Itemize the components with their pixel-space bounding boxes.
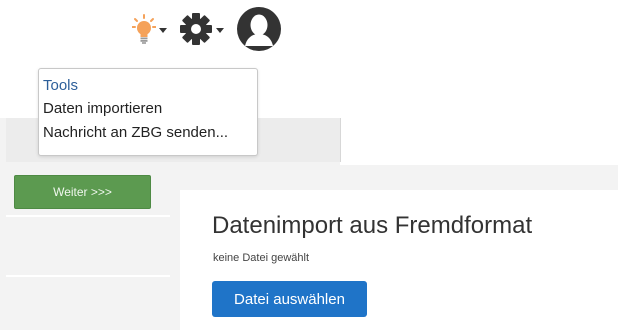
menu-item-send-message[interactable]: Nachricht an ZBG senden...: [39, 121, 257, 145]
choose-file-button[interactable]: Datei auswählen: [212, 281, 367, 317]
page-title: Datenimport aus Fremdformat: [212, 212, 533, 239]
chevron-down-icon: [159, 27, 167, 33]
sidebar-divider: [6, 275, 170, 277]
gear-icon: [179, 12, 213, 51]
tips-menu-button[interactable]: [131, 13, 167, 49]
user-avatar-icon: [236, 6, 282, 57]
app-screen: Tools Daten importieren Nachricht an ZBG…: [0, 0, 618, 330]
tools-dropdown-menu: Tools Daten importieren Nachricht an ZBG…: [38, 68, 258, 156]
import-card: Datenimport aus Fremdformat keine Datei …: [180, 190, 618, 330]
menu-header-tools: Tools: [43, 77, 79, 94]
next-button[interactable]: Weiter >>>: [14, 175, 151, 209]
user-menu-button[interactable]: [236, 6, 282, 57]
lightbulb-icon: [131, 13, 157, 49]
top-toolbar: [131, 6, 282, 57]
sidebar-divider: [6, 215, 170, 217]
chevron-down-icon: [216, 27, 224, 33]
menu-item-import-data[interactable]: Daten importieren: [39, 97, 257, 121]
settings-menu-button[interactable]: [179, 12, 224, 51]
file-status-text: keine Datei gewählt: [213, 252, 310, 264]
